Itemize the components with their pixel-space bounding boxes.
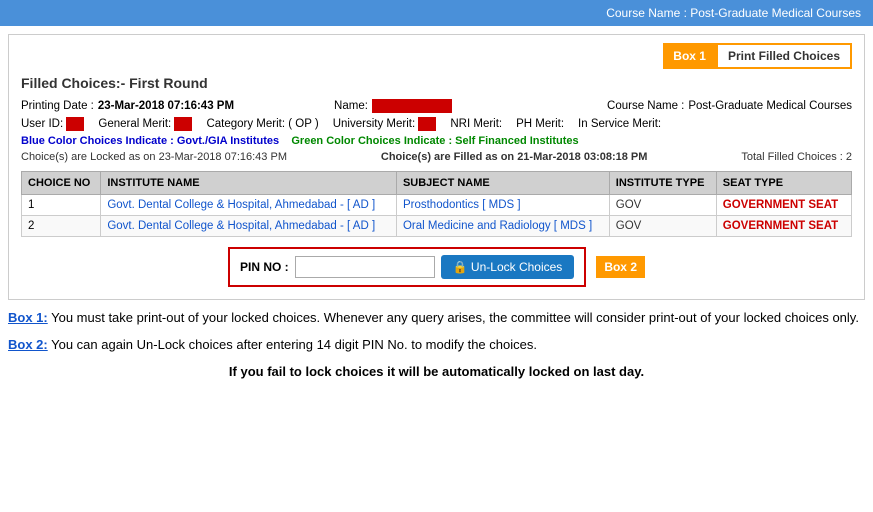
printing-date-label: Printing Date : — [21, 100, 94, 112]
table-header-row: Choice No INSTITUTE NAME SUBJECT NAME IN… — [22, 172, 852, 195]
in-service-merit-group: In Service Merit: — [578, 118, 661, 130]
cell-choice-no: 2 — [22, 216, 101, 237]
cell-choice-no: 1 — [22, 195, 101, 216]
cell-institute-name[interactable]: Govt. Dental College & Hospital, Ahmedab… — [101, 216, 397, 237]
general-merit-redacted — [174, 117, 192, 131]
pin-input[interactable] — [295, 256, 435, 278]
lock-info: Choice(s) are Locked as on 23-Mar-2018 0… — [21, 151, 852, 163]
course-name-label: Course Name : — [607, 100, 684, 112]
category-merit-group: Category Merit: ( OP ) — [206, 118, 318, 130]
top-bar: Course Name : Post-Graduate Medical Cour… — [0, 0, 873, 26]
course-name-topbar: Course Name : Post-Graduate Medical Cour… — [606, 6, 861, 20]
category-merit-value: ( OP ) — [288, 118, 318, 130]
institute-link[interactable]: Govt. Dental College & Hospital, Ahmedab… — [107, 199, 375, 211]
university-merit-group: University Merit: — [333, 117, 437, 131]
university-merit-label: University Merit: — [333, 118, 415, 130]
col-institute-name: INSTITUTE NAME — [101, 172, 397, 195]
box2-ref: Box 2: — [8, 337, 48, 352]
course-name-value: Post-Graduate Medical Courses — [688, 100, 852, 112]
cell-subject-name[interactable]: Oral Medicine and Radiology [ MDS ] — [396, 216, 609, 237]
box2-badge: Box 2 — [596, 256, 645, 278]
ph-merit-group: PH Merit: — [516, 118, 564, 130]
cell-institute-name[interactable]: Govt. Dental College & Hospital, Ahmedab… — [101, 195, 397, 216]
user-id-redacted — [66, 117, 84, 131]
pin-box: PIN NO : 🔒 Un-Lock Choices — [228, 247, 586, 287]
box1-text: You must take print-out of your locked c… — [48, 310, 859, 325]
unlock-section: PIN NO : 🔒 Un-Lock Choices Box 2 — [21, 247, 852, 287]
total-filled: Total Filled Choices : 2 — [741, 151, 852, 163]
print-filled-choices-button[interactable]: Print Filled Choices — [716, 43, 852, 69]
name-group: Name: — [334, 99, 452, 113]
info-row-1: Printing Date : 23-Mar-2018 07:16:43 PM … — [21, 99, 852, 113]
unlock-choices-button[interactable]: 🔒 Un-Lock Choices — [441, 255, 575, 279]
page-title: Filled Choices:- First Round — [21, 75, 852, 91]
table-row: 2 Govt. Dental College & Hospital, Ahmeda… — [22, 216, 852, 237]
name-redacted — [372, 99, 452, 113]
col-seat-type: SEAT TYPE — [716, 172, 851, 195]
category-merit-label: Category Merit: — [206, 118, 285, 130]
subject-link[interactable]: Oral Medicine and Radiology [ MDS ] — [403, 220, 592, 232]
box1-ref: Box 1: — [8, 310, 48, 325]
green-legend: Green Color Choices Indicate : Self Fina… — [291, 135, 578, 147]
box2-text: You can again Un-Lock choices after ente… — [48, 337, 537, 352]
nri-merit-label: NRI Merit: — [450, 118, 502, 130]
toolbar: Box 1 Print Filled Choices — [21, 43, 852, 69]
cell-subject-name[interactable]: Prosthodontics [ MDS ] — [396, 195, 609, 216]
lock-center: Choice(s) are Filled as on 21-Mar-2018 0… — [381, 151, 648, 163]
pin-label: PIN NO : — [240, 260, 289, 274]
col-choice-no: Choice No — [22, 172, 101, 195]
lock-left: Choice(s) are Locked as on 23-Mar-2018 0… — [21, 151, 287, 163]
institute-link[interactable]: Govt. Dental College & Hospital, Ahmedab… — [107, 220, 375, 232]
note-box2: Box 2: You can again Un-Lock choices aft… — [8, 335, 865, 356]
cell-seat-type: GOVERNMENT SEAT — [716, 195, 851, 216]
cell-institute-type: GOV — [609, 216, 716, 237]
merit-row: User ID: General Merit: Category Merit: … — [21, 117, 852, 131]
note-box1: Box 1: You must take print-out of your l… — [8, 308, 865, 329]
main-panel: Box 1 Print Filled Choices Filled Choice… — [8, 34, 865, 300]
table-row: 1 Govt. Dental College & Hospital, Ahmeda… — [22, 195, 852, 216]
user-id-label: User ID: — [21, 118, 63, 130]
cell-institute-type: GOV — [609, 195, 716, 216]
choices-table: Choice No INSTITUTE NAME SUBJECT NAME IN… — [21, 171, 852, 237]
course-name-group: Course Name : Post-Graduate Medical Cour… — [607, 99, 852, 113]
university-merit-redacted — [418, 117, 436, 131]
name-label: Name: — [334, 100, 368, 112]
box1-badge: Box 1 — [663, 43, 716, 69]
general-merit-group: General Merit: — [98, 117, 192, 131]
nri-merit-group: NRI Merit: — [450, 118, 502, 130]
general-merit-label: General Merit: — [98, 118, 171, 130]
col-institute-type: INSTITUTE TYPE — [609, 172, 716, 195]
printing-date-group: Printing Date : 23-Mar-2018 07:16:43 PM — [21, 99, 234, 113]
blue-legend: Blue Color Choices Indicate : Govt./GIA … — [21, 135, 279, 147]
cell-seat-type: GOVERNMENT SEAT — [716, 216, 851, 237]
in-service-merit-label: In Service Merit: — [578, 118, 661, 130]
ph-merit-label: PH Merit: — [516, 118, 564, 130]
color-legend: Blue Color Choices Indicate : Govt./GIA … — [21, 135, 852, 147]
printing-date-value: 23-Mar-2018 07:16:43 PM — [98, 100, 234, 112]
col-subject-name: SUBJECT NAME — [396, 172, 609, 195]
user-id-group: User ID: — [21, 117, 84, 131]
subject-link[interactable]: Prosthodontics [ MDS ] — [403, 199, 521, 211]
notes-section: Box 1: You must take print-out of your l… — [8, 308, 865, 382]
final-note: If you fail to lock choices it will be a… — [8, 362, 865, 383]
